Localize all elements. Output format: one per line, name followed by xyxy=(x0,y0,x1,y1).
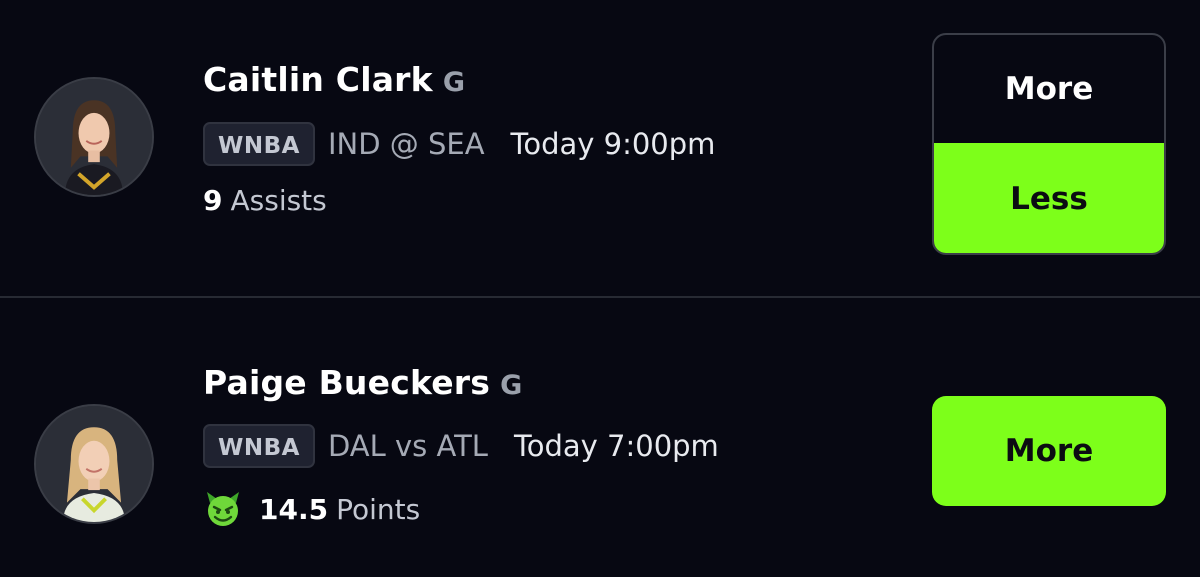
game-info: WNBA DAL vs ATL Today 7:00pm xyxy=(203,422,719,470)
line-value: 14.5 xyxy=(259,492,329,526)
projection-card: Caitlin Clark G WNBA IND @ SEA Today 9:00… xyxy=(0,0,1200,296)
stat-type: Points xyxy=(336,492,421,526)
league-badge: WNBA xyxy=(203,424,315,468)
player-name-text: Caitlin Clark xyxy=(203,60,433,99)
player-headshot-icon xyxy=(36,79,152,195)
stat-line: 14.5 Points xyxy=(203,489,420,529)
projection-card: Paige Bueckers G WNBA DAL vs ATL Today 7:… xyxy=(0,297,1200,577)
projections-screen: Caitlin Clark G WNBA IND @ SEA Today 9:00… xyxy=(0,0,1200,577)
player-name: Caitlin Clark G xyxy=(203,60,465,99)
league-badge: WNBA xyxy=(203,122,315,166)
matchup: IND @ SEA xyxy=(327,127,485,161)
player-avatar xyxy=(34,404,154,524)
less-button-selected[interactable]: Less xyxy=(934,143,1164,253)
matchup: DAL vs ATL xyxy=(327,429,488,463)
more-button[interactable]: More xyxy=(934,35,1164,143)
player-position: G xyxy=(500,370,523,401)
stat-line: 9 Assists xyxy=(203,184,327,217)
pick-selector: More Less xyxy=(932,33,1166,255)
game-time: Today 7:00pm xyxy=(513,429,719,463)
more-button-selected[interactable]: More xyxy=(932,396,1166,506)
player-name-text: Paige Bueckers xyxy=(203,363,491,402)
game-time: Today 9:00pm xyxy=(510,127,716,161)
player-headshot-icon xyxy=(36,406,152,522)
demon-icon xyxy=(203,489,243,529)
line-value: 9 xyxy=(203,184,223,217)
player-name: Paige Bueckers G xyxy=(203,363,523,402)
stat-type: Assists xyxy=(230,184,327,217)
player-avatar xyxy=(34,77,154,197)
player-position: G xyxy=(442,67,466,98)
game-info: WNBA IND @ SEA Today 9:00pm xyxy=(203,120,715,168)
